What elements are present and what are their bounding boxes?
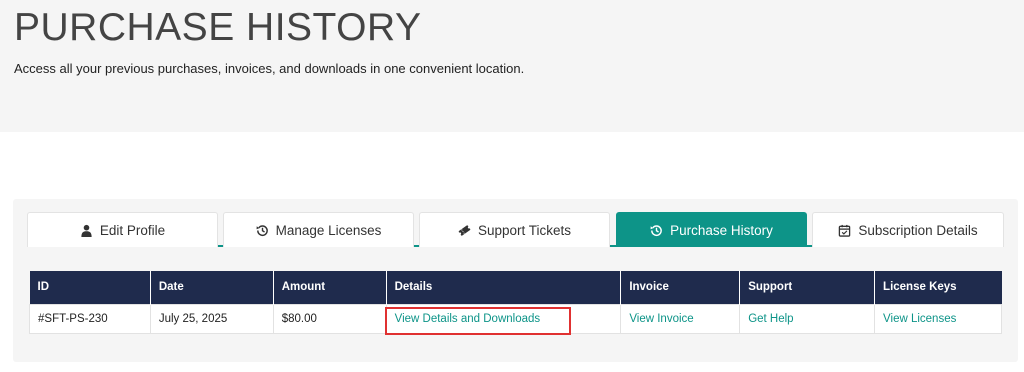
order-date: July 25, 2025 [149,303,274,334]
table-row: #SFT-PS-230 July 25, 2025 $80.00 View De… [29,303,1002,334]
tab-label: Manage Licenses [275,222,382,238]
order-id: #SFT-PS-230 [29,303,151,334]
column-header-details: Details [386,271,622,304]
tab-manage-licenses[interactable]: Manage Licenses [223,212,414,247]
column-header-support: Support [739,271,876,304]
view-details-link[interactable]: View Details and Downloads [395,313,541,325]
column-header-license-keys: License Keys [874,271,1002,304]
order-amount: $80.00 [272,303,387,334]
tab-edit-profile[interactable]: Edit Profile [27,212,218,247]
purchase-table: ID Date Amount Details Invoice Support L… [29,271,1002,334]
view-licenses-link[interactable]: View Licenses [883,313,956,325]
column-header-id: ID [29,271,151,304]
calendar-check-icon [839,224,851,237]
support-cell: Get Help [739,303,876,334]
history-icon [256,224,268,236]
ticket-icon [458,224,471,236]
tab-purchase-history[interactable]: Purchase History [616,212,807,247]
get-help-link[interactable]: Get Help [748,313,793,325]
tab-subscription-details[interactable]: Subscription Details [812,212,1004,247]
invoice-cell: View Invoice [620,303,741,334]
column-header-amount: Amount [273,271,387,304]
table-header-row: ID Date Amount Details Invoice Support L… [29,271,1002,304]
tab-label: Edit Profile [99,222,166,238]
page-header: PURCHASE HISTORY Access all your previou… [0,0,1024,132]
tab-support-tickets[interactable]: Support Tickets [419,212,610,247]
view-invoice-link[interactable]: View Invoice [629,313,693,325]
user-icon [81,224,92,237]
column-header-date: Date [150,271,274,304]
tab-label: Purchase History [670,222,773,238]
tab-label: Subscription Details [858,222,978,238]
history-icon [650,224,662,236]
page-title: PURCHASE HISTORY [14,6,422,49]
account-panel: Edit Profile Manage Licenses Support Tic… [13,199,1018,362]
tab-label: Support Tickets [477,222,572,238]
account-tabs: Edit Profile Manage Licenses Support Tic… [27,212,1004,247]
details-cell: View Details and Downloads [385,303,622,334]
page-subtitle: Access all your previous purchases, invo… [14,61,525,76]
column-header-invoice: Invoice [620,271,741,304]
license-keys-cell: View Licenses [874,303,1002,334]
